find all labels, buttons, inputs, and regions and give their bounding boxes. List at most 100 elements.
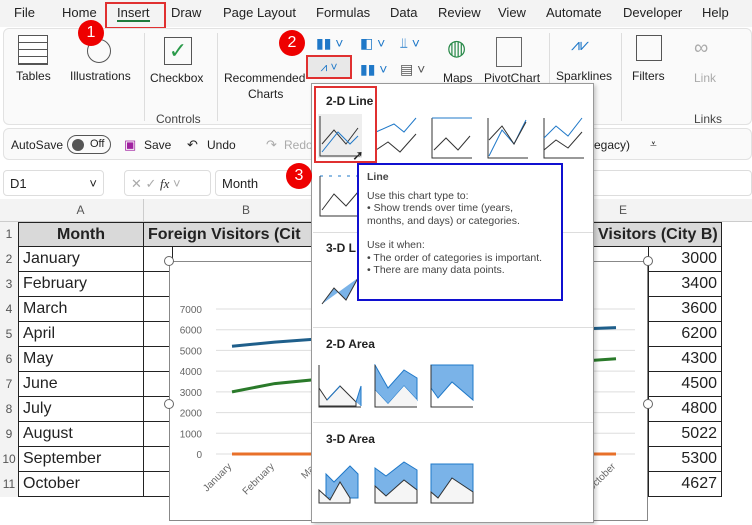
100-line-markers-option[interactable] — [318, 174, 362, 218]
link-button[interactable]: Link — [694, 71, 716, 85]
tab-data[interactable]: Data — [390, 5, 417, 20]
row-header[interactable]: 11 — [0, 472, 18, 497]
cell-city-b[interactable]: 4500 — [648, 372, 722, 397]
tooltip-title: Line — [367, 171, 389, 183]
row-header[interactable]: 3 — [0, 272, 18, 297]
undo-icon: ↶ — [187, 137, 198, 152]
cell-city-b[interactable]: 5022 — [648, 422, 722, 447]
mouse-cursor-icon: ➚ — [352, 147, 364, 163]
filters-button[interactable]: Filters — [632, 69, 665, 83]
row-header[interactable]: 6 — [0, 347, 18, 372]
illustrations-button[interactable]: Illustrations — [70, 69, 131, 83]
redo-button[interactable]: Redo — [284, 138, 313, 152]
tab-help[interactable]: Help — [702, 5, 729, 20]
save-button[interactable]: Save — [144, 138, 171, 152]
stacked-line-option[interactable] — [374, 116, 418, 160]
resize-handle[interactable] — [164, 399, 174, 409]
sparklines-button[interactable]: Sparklines — [556, 69, 612, 83]
tables-button[interactable]: Tables — [16, 69, 51, 83]
hierarchy-chart-icon[interactable]: ◧ ˅ — [360, 35, 385, 52]
name-box[interactable]: D1 ˅ — [3, 170, 104, 196]
recommended-charts-label: Charts — [248, 87, 284, 101]
fx-button[interactable]: fx — [160, 176, 169, 191]
stacked-line-markers-option[interactable] — [542, 116, 586, 160]
waterfall-chart-icon[interactable]: ⫫ ˅ — [400, 35, 420, 52]
tab-draw[interactable]: Draw — [171, 5, 201, 20]
highlight-insert — [105, 2, 166, 29]
cell-city-b[interactable]: 3400 — [648, 272, 722, 297]
undo-button[interactable]: Undo — [207, 138, 236, 152]
redo-icon: ↷ — [266, 137, 277, 152]
customize-qat-icon[interactable]: ⩡ — [650, 137, 657, 152]
tab-review[interactable]: Review — [438, 5, 481, 20]
tab-page-layout[interactable]: Page Layout — [223, 5, 296, 20]
3d-100-stacked-area-option[interactable] — [430, 460, 474, 504]
tab-automate[interactable]: Automate — [546, 5, 602, 20]
autosave-label: AutoSave — [11, 138, 64, 152]
row-header[interactable]: 4 — [0, 297, 18, 322]
cell-month[interactable]: September — [18, 447, 144, 472]
checkbox-button[interactable]: Checkbox — [150, 71, 203, 85]
resize-handle[interactable] — [643, 399, 653, 409]
y-tick-label: 7000 — [180, 305, 203, 316]
line-chart-button[interactable]: ⩘ ˅ — [306, 55, 352, 79]
step-badge-2: 2 — [279, 30, 305, 56]
highlight-2d-line — [314, 86, 377, 163]
cell-month[interactable]: January — [18, 247, 144, 272]
header-visitors-b[interactable]: Visitors (City B) — [593, 222, 722, 247]
line-tooltip: Line Use this chart type to: • Show tren… — [357, 163, 563, 301]
cell-month[interactable]: October — [18, 472, 144, 497]
3d-stacked-area-option[interactable] — [374, 460, 418, 504]
cell-city-b[interactable]: 4300 — [648, 347, 722, 372]
cell-month[interactable]: June — [18, 372, 144, 397]
row-header[interactable]: 8 — [0, 397, 18, 422]
row-header[interactable]: 1 — [0, 222, 18, 247]
resize-handle[interactable] — [643, 256, 653, 266]
resize-handle[interactable] — [164, 256, 174, 266]
header-month[interactable]: Month — [18, 222, 144, 247]
row-header[interactable]: 7 — [0, 372, 18, 397]
filter-icon — [636, 35, 662, 61]
line-markers-option[interactable] — [486, 116, 530, 160]
cell-city-b[interactable]: 3000 — [648, 247, 722, 272]
100-stacked-line-option[interactable] — [430, 116, 474, 160]
cell-city-b[interactable]: 3600 — [648, 297, 722, 322]
row-header[interactable]: 5 — [0, 322, 18, 347]
tab-home[interactable]: Home — [62, 5, 97, 20]
stacked-area-option[interactable] — [374, 364, 418, 408]
legacy-button[interactable]: egacy) — [594, 138, 630, 152]
cell-city-b[interactable]: 4800 — [648, 397, 722, 422]
combo-chart-icon[interactable]: ▤ ˅ — [400, 61, 425, 78]
cell-month[interactable]: May — [18, 347, 144, 372]
y-tick-label: 6000 — [180, 326, 203, 337]
column-chart-icon[interactable]: ▮▮ ˅ — [316, 35, 343, 52]
area-option[interactable] — [318, 364, 362, 408]
column-header-a[interactable]: A — [18, 199, 143, 222]
tab-view[interactable]: View — [498, 5, 526, 20]
y-tick-label: 2000 — [180, 409, 203, 420]
cell-month[interactable]: July — [18, 397, 144, 422]
cell-month[interactable]: August — [18, 422, 144, 447]
cell-month[interactable]: February — [18, 272, 144, 297]
tooltip-bullet: • There are many data points. — [367, 264, 505, 276]
header-foreign-visitors-a[interactable]: Foreign Visitors (Cit — [143, 222, 313, 247]
row-header[interactable]: 10 — [0, 447, 18, 472]
tab-developer[interactable]: Developer — [623, 5, 682, 20]
row-header[interactable]: 9 — [0, 422, 18, 447]
tab-formulas[interactable]: Formulas — [316, 5, 370, 20]
recommended-charts-button[interactable]: Recommended — [224, 71, 305, 85]
cell-city-b[interactable]: 5300 — [648, 447, 722, 472]
3d-area-option[interactable] — [318, 460, 362, 504]
cell-city-b[interactable]: 4627 — [648, 472, 722, 497]
cell-month[interactable]: April — [18, 322, 144, 347]
tab-file[interactable]: File — [14, 5, 35, 20]
column-header-e[interactable]: E — [593, 199, 653, 222]
cell-city-b[interactable]: 6200 — [648, 322, 722, 347]
cell-month[interactable]: March — [18, 297, 144, 322]
toggle-knob — [72, 139, 84, 151]
100-stacked-area-option[interactable] — [430, 364, 474, 408]
row-header[interactable]: 2 — [0, 247, 18, 272]
statistic-chart-icon[interactable]: ▮▮ ˅ — [360, 61, 387, 78]
3d-line-option[interactable] — [318, 264, 362, 308]
formula-buttons: ✕ ✓ fx ˅ — [124, 170, 211, 196]
